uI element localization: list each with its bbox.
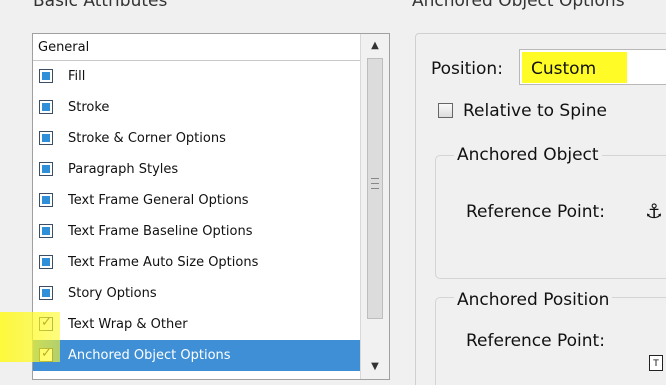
square-fill-icon bbox=[42, 227, 50, 235]
checkbox-filled-icon[interactable] bbox=[39, 131, 53, 145]
list-item-general[interactable]: General bbox=[33, 34, 360, 61]
list-item[interactable]: Text Frame Auto Size Options bbox=[33, 247, 360, 278]
square-fill-icon bbox=[42, 134, 50, 142]
list-item[interactable]: ✓Text Wrap & Other bbox=[33, 309, 360, 340]
list-item-label: Text Wrap & Other bbox=[68, 317, 188, 332]
anchored-position-title: Anchored Position bbox=[454, 290, 613, 310]
list-item-label: Paragraph Styles bbox=[68, 162, 179, 177]
reference-point-icon[interactable]: T bbox=[649, 355, 663, 371]
position-label: Position: bbox=[431, 59, 503, 79]
list-item-label: Text Frame General Options bbox=[68, 193, 249, 208]
triangle-up-icon[interactable]: ▲ bbox=[361, 34, 389, 58]
anchor-icon[interactable]: ⚓ bbox=[645, 199, 663, 223]
relative-to-spine-label[interactable]: Relative to Spine bbox=[463, 101, 607, 121]
list-item[interactable]: Stroke & Corner Options bbox=[33, 123, 360, 154]
list-item-label: Fill bbox=[68, 69, 86, 84]
square-fill-icon bbox=[42, 72, 50, 80]
checkbox-filled-icon[interactable] bbox=[39, 193, 53, 207]
basic-attributes-title: Basic Attributes bbox=[33, 0, 168, 11]
checkbox-filled-icon[interactable] bbox=[39, 255, 53, 269]
reference-point-label: Reference Point: bbox=[466, 202, 605, 222]
relative-to-spine-checkbox[interactable] bbox=[438, 103, 453, 118]
square-fill-icon bbox=[42, 165, 50, 173]
list-item[interactable]: Text Frame Baseline Options bbox=[33, 216, 360, 247]
checkbox-filled-icon[interactable] bbox=[39, 162, 53, 176]
triangle-down-icon[interactable]: ▼ bbox=[361, 355, 389, 379]
position-value[interactable]: Custom bbox=[531, 59, 596, 79]
attributes-list-frame: General Fill Stroke Stroke & Corner Option… bbox=[32, 33, 390, 380]
attributes-list: General Fill Stroke Stroke & Corner Option… bbox=[33, 34, 360, 379]
right-panel-content: Position: Custom Relative to Spine Ancho… bbox=[391, 0, 666, 385]
list-item-label: Text Frame Baseline Options bbox=[68, 224, 253, 239]
highlight-marker bbox=[0, 312, 60, 362]
square-fill-icon bbox=[42, 196, 50, 204]
grip-icon bbox=[371, 177, 379, 192]
square-fill-icon bbox=[42, 289, 50, 297]
list-item[interactable]: Paragraph Styles bbox=[33, 154, 360, 185]
list-item-label: Story Options bbox=[68, 286, 157, 301]
list-item-label: Anchored Object Options bbox=[68, 348, 231, 363]
square-fill-icon bbox=[42, 103, 50, 111]
list-item-label: Text Frame Auto Size Options bbox=[68, 255, 259, 270]
list-item-label: Stroke bbox=[68, 100, 110, 115]
list-scrollbar[interactable]: ▲ ▼ bbox=[360, 34, 389, 379]
list-item-label: Stroke & Corner Options bbox=[68, 131, 226, 146]
checkbox-filled-icon[interactable] bbox=[39, 69, 53, 83]
list-item[interactable]: Fill bbox=[33, 61, 360, 92]
list-item[interactable]: Text Frame General Options bbox=[33, 185, 360, 216]
reference-point-label: Reference Point: bbox=[466, 331, 605, 351]
checkbox-filled-icon[interactable] bbox=[39, 100, 53, 114]
checkbox-filled-icon[interactable] bbox=[39, 286, 53, 300]
list-item[interactable]: Stroke bbox=[33, 92, 360, 123]
scrollbar-thumb[interactable] bbox=[367, 58, 383, 319]
checkbox-filled-icon[interactable] bbox=[39, 224, 53, 238]
basic-attributes-panel: Basic Attributes General Fill Stroke Strok… bbox=[0, 0, 391, 385]
list-item[interactable]: ✓Anchored Object Options bbox=[33, 340, 360, 371]
list-item[interactable]: Story Options bbox=[33, 278, 360, 309]
square-fill-icon bbox=[42, 258, 50, 266]
anchored-object-title: Anchored Object bbox=[454, 145, 602, 165]
